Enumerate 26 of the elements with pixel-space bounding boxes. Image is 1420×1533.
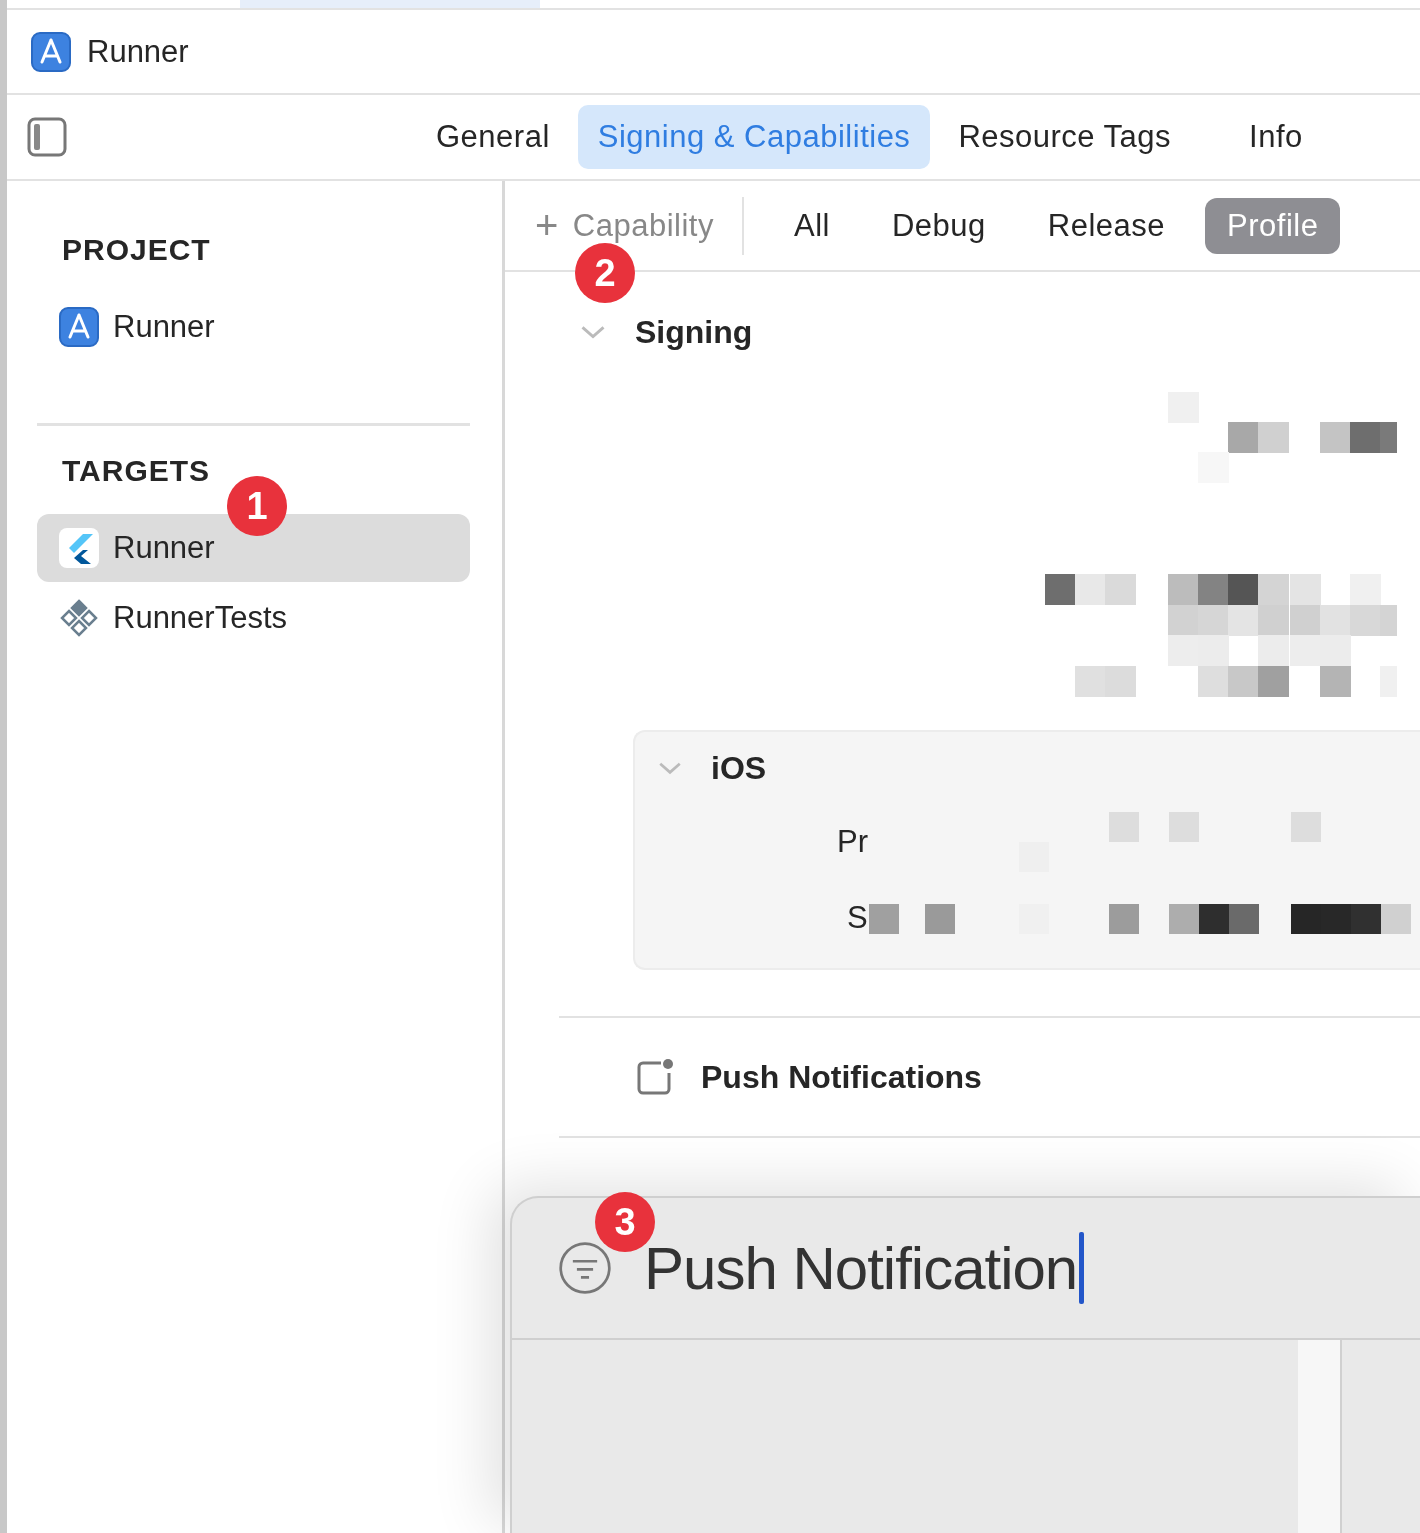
tab[interactable]: Resource Tags: [938, 105, 1192, 169]
step-badge: 2: [575, 243, 635, 303]
project-title: Runner: [87, 33, 189, 70]
filter-icon: [558, 1241, 612, 1295]
section-heading: TARGETS: [61, 454, 212, 488]
notification-icon: [635, 1057, 675, 1097]
sidebar-item[interactable]: RunnerTests: [37, 584, 470, 652]
app-store-icon: [31, 31, 71, 72]
field-label: Pr: [837, 824, 868, 860]
platform-title: iOS: [711, 749, 767, 787]
diamond-grid-icon: [59, 598, 99, 638]
tab[interactable]: Info: [1229, 105, 1303, 169]
sidebar-item[interactable]: Runner: [37, 293, 470, 361]
capability-title: Push Notifications: [701, 1058, 982, 1096]
step-badge: 1: [227, 476, 287, 536]
app-store-icon: [59, 307, 99, 347]
tab[interactable]: General: [416, 105, 570, 169]
field-label: S: [847, 900, 868, 936]
scrollbar[interactable]: [1298, 1340, 1342, 1533]
flutter-icon: [59, 528, 99, 568]
configuration-tab[interactable]: All: [772, 197, 852, 254]
configuration-tab[interactable]: Release: [1025, 197, 1188, 254]
sidebar-toggle-icon[interactable]: [27, 117, 67, 157]
section-heading: PROJECT: [61, 233, 212, 267]
configuration-tab[interactable]: Debug: [869, 197, 1008, 254]
section-title: Signing: [635, 313, 753, 351]
